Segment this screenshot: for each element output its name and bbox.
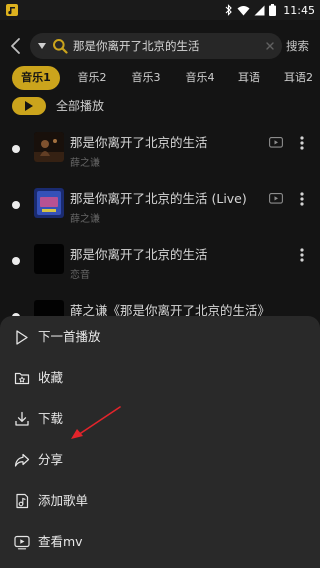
menu-item-watch-mv[interactable]: 查看mv xyxy=(0,525,320,559)
action-sheet: 下一首播放 收藏 下载 分享 添加歌单 查看mv xyxy=(0,316,320,568)
play-next-icon xyxy=(16,330,28,345)
share-icon xyxy=(14,453,30,467)
signal-icon xyxy=(254,5,265,15)
search-results-page: 那是你离开了北京的生活 搜索 音乐1 音乐2 音乐3 音乐4 耳语 耳语2 全部… xyxy=(0,20,320,568)
menu-item-add-playlist[interactable]: 添加歌单 xyxy=(0,484,320,518)
menu-item-label: 收藏 xyxy=(38,370,64,385)
menu-item-favorite[interactable]: 收藏 xyxy=(0,361,320,395)
menu-item-label: 下载 xyxy=(38,411,64,426)
menu-item-label: 添加歌单 xyxy=(38,493,89,508)
menu-item-play-next[interactable]: 下一首播放 xyxy=(0,320,320,354)
bluetooth-icon xyxy=(225,4,233,16)
menu-item-download[interactable]: 下载 xyxy=(0,402,320,436)
app-logo-icon xyxy=(6,4,18,16)
watch-mv-icon xyxy=(14,535,30,550)
menu-item-share[interactable]: 分享 xyxy=(0,443,320,477)
favorite-folder-icon xyxy=(14,372,30,385)
wifi-icon xyxy=(237,5,250,15)
battery-icon xyxy=(269,4,277,16)
menu-item-label: 查看mv xyxy=(38,534,83,549)
add-playlist-icon xyxy=(16,493,29,509)
download-icon xyxy=(15,411,29,426)
status-time: 11:45 xyxy=(283,3,315,17)
menu-item-label: 下一首播放 xyxy=(38,329,101,344)
menu-item-label: 分享 xyxy=(38,452,64,467)
status-bar: 11:45 xyxy=(0,0,320,20)
